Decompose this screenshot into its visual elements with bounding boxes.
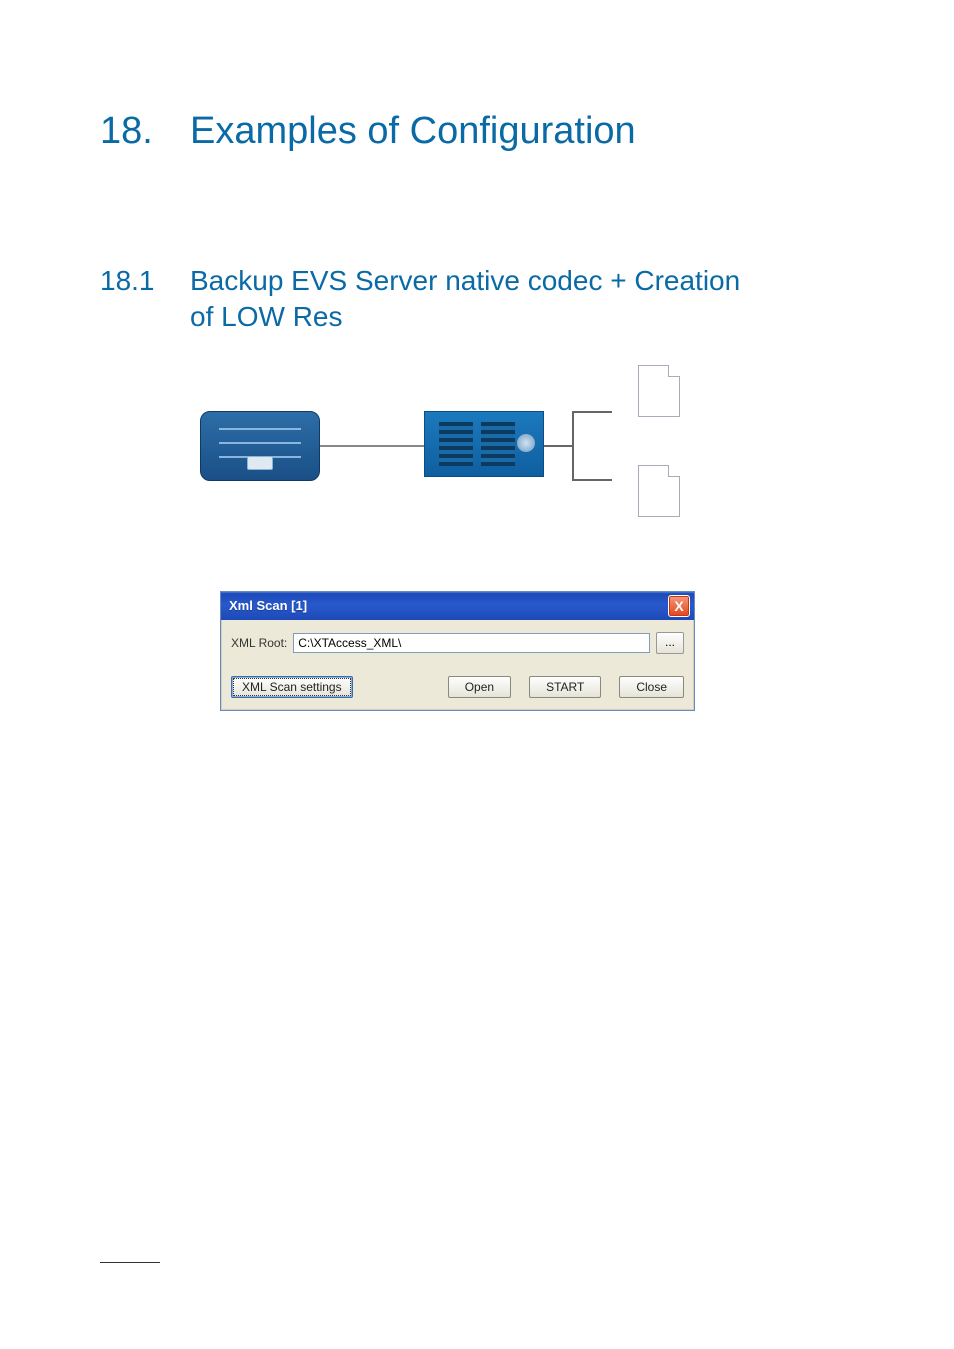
connector-line xyxy=(320,445,424,447)
workflow-diagram xyxy=(200,371,720,551)
chapter-title: Examples of Configuration xyxy=(190,110,636,153)
output-file-icon xyxy=(638,465,680,517)
chapter-number: 18. xyxy=(100,110,190,153)
output-file-icon xyxy=(638,365,680,417)
xml-scan-settings-button[interactable]: XML Scan settings xyxy=(231,676,353,698)
open-button[interactable]: Open xyxy=(448,676,511,698)
xml-scan-dialog: Xml Scan [1] X XML Root: ... XML Scan se… xyxy=(220,591,695,711)
dialog-title: Xml Scan [1] xyxy=(229,598,668,613)
footnote-rule xyxy=(100,1262,160,1263)
section-title: Backup EVS Server native codec + Creatio… xyxy=(190,263,750,335)
start-button[interactable]: START xyxy=(529,676,601,698)
xtaccess-server-icon xyxy=(424,411,544,477)
section-number: 18.1 xyxy=(100,263,190,335)
xml-root-label: XML Root: xyxy=(231,636,287,650)
dialog-titlebar: Xml Scan [1] X xyxy=(221,592,694,620)
close-button[interactable]: Close xyxy=(619,676,684,698)
chapter-heading: 18. Examples of Configuration xyxy=(100,110,864,153)
xml-root-input[interactable] xyxy=(293,633,650,653)
evs-server-icon xyxy=(200,411,320,481)
section-heading: 18.1 Backup EVS Server native codec + Cr… xyxy=(100,263,864,335)
branch-connector xyxy=(544,391,614,501)
browse-button[interactable]: ... xyxy=(656,632,684,654)
close-icon[interactable]: X xyxy=(668,595,690,617)
